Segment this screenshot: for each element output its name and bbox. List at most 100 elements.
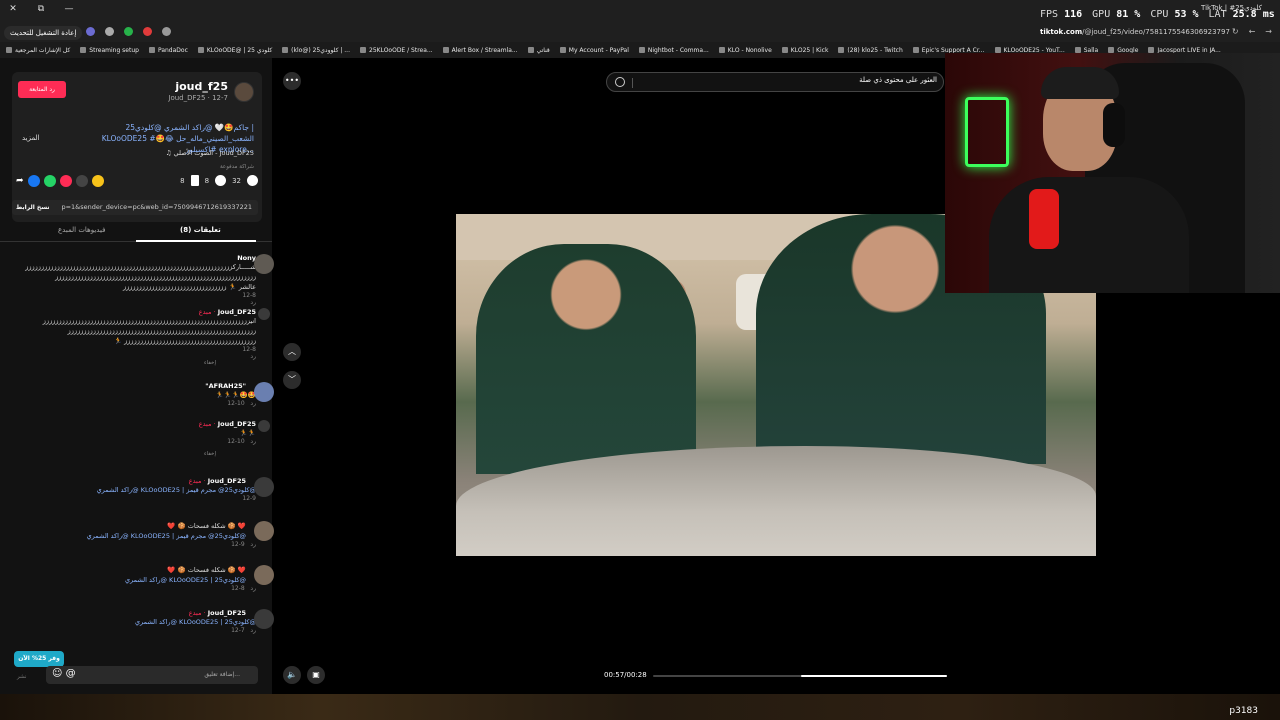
- bookmark-favicon-icon: [148, 47, 155, 53]
- bookmark-favicon-icon: [838, 47, 845, 53]
- forward-icon[interactable]: →: [1265, 27, 1272, 36]
- comment-input-box[interactable]: ☺ @ إضافة تعليق...: [46, 666, 258, 684]
- bookmark-item[interactable]: Nightbot - Comma...: [638, 47, 709, 54]
- share-arrow-icon[interactable]: ➦: [16, 176, 24, 186]
- volume-button[interactable]: 🔈: [283, 666, 301, 684]
- comment-input[interactable]: إضافة تعليق...: [204, 671, 240, 678]
- whatsapp-icon[interactable]: [43, 175, 56, 187]
- extension-icon[interactable]: [143, 27, 152, 36]
- bookmark-favicon-icon: [718, 47, 725, 53]
- picture-in-picture-button[interactable]: ▣: [307, 666, 325, 684]
- bookmark-favicon-icon: [197, 47, 204, 53]
- address-bar[interactable]: tiktok.com/@joud_f25/video/7581175546306…: [1040, 28, 1230, 36]
- browser-tab-title[interactable]: TikTok | #كلودي25: [1201, 4, 1262, 12]
- previous-video-button[interactable]: ︿: [283, 343, 301, 361]
- facebook-icon[interactable]: [27, 175, 40, 187]
- bookmark-item[interactable]: Streaming setup: [80, 47, 139, 54]
- bookmark-item[interactable]: PandaDoc: [148, 47, 188, 54]
- comment-item: مبدع · Joud_DF25 راكد الشمري@ KLOoODE25 …: [6, 609, 274, 634]
- hide-replies-button[interactable]: إخفاء: [6, 451, 216, 457]
- comment-text: ❤️ 🍪 شكله فسحات 🍪 ❤️: [167, 522, 246, 530]
- comment-text: ❤️ 🍪 شكله فسحات 🍪 ❤️: [167, 566, 246, 574]
- next-video-button[interactable]: ﹀: [283, 371, 301, 389]
- creator-badge: مبدع ·: [198, 308, 218, 316]
- more-options-button[interactable]: •••: [283, 72, 301, 90]
- commenter-name[interactable]: مبدع · Joud_DF25: [6, 477, 246, 485]
- search-icon[interactable]: [615, 77, 625, 87]
- commenter-avatar[interactable]: [254, 254, 274, 274]
- bookmark-item[interactable]: كل الإشارات المرجعية: [6, 47, 70, 54]
- bookmark-label: Streaming setup: [89, 46, 139, 54]
- extension-icon[interactable]: [86, 27, 95, 36]
- commenter-avatar[interactable]: [254, 521, 274, 541]
- commenter-name[interactable]: مبدع · Joud_DF25: [6, 308, 256, 316]
- monster-logo-icon: [965, 97, 1009, 167]
- commenter-name[interactable]: Nony: [6, 254, 256, 262]
- commenter-name[interactable]: مبدع · Joud_DF25: [6, 609, 246, 617]
- commenter-avatar[interactable]: [254, 382, 274, 402]
- restore-icon[interactable]: ⧉: [34, 4, 48, 14]
- commenter-name[interactable]: مبدع · Joud_DF25: [6, 420, 256, 428]
- tab-comments[interactable]: تعليقات (8): [180, 226, 221, 234]
- mention-icon[interactable]: @: [66, 668, 76, 679]
- bookmark-item[interactable]: KLOoODE@ | كلودي 25: [197, 47, 272, 54]
- comment-date: 12-8: [242, 292, 256, 299]
- bookmark-item[interactable]: My Account - PayPal: [559, 47, 629, 54]
- bookmark-star-icon[interactable]: [162, 27, 171, 36]
- bookmark-item[interactable]: 25KLOoODE / Strea...: [360, 47, 433, 54]
- search-input[interactable]: العثور على محتوى ذي صلة: [859, 76, 937, 84]
- reload-icon[interactable]: ↻: [1232, 27, 1239, 36]
- minimize-icon[interactable]: —: [62, 4, 76, 14]
- commenter-avatar[interactable]: [254, 609, 274, 629]
- post-link-row: نسخ الرابط p=1&sender_device=pc&web_id=7…: [12, 200, 258, 215]
- bookmark-item[interactable]: Alert Box / Streamla...: [442, 47, 518, 54]
- heart-icon[interactable]: [247, 175, 258, 186]
- copy-link-button[interactable]: نسخ الرابط: [16, 200, 50, 215]
- commenter-avatar[interactable]: [254, 565, 274, 585]
- friends-icon[interactable]: [91, 175, 104, 187]
- extension-icon[interactable]: [105, 27, 114, 36]
- close-icon[interactable]: ✕: [6, 4, 20, 14]
- post-comment-button[interactable]: نشر: [17, 674, 26, 680]
- reload-to-update-button[interactable]: إعادة التشغيل للتحديث: [4, 26, 83, 40]
- search-bar[interactable]: العثور على محتوى ذي صلة: [606, 72, 944, 92]
- reply-button[interactable]: رد: [6, 353, 256, 360]
- follow-back-button[interactable]: رد المتابعة: [18, 81, 66, 98]
- tiktok-share-icon[interactable]: [59, 175, 72, 187]
- bookmark-item[interactable]: (klo@) كلوودي25 | ...: [282, 47, 350, 54]
- likes-count: 32: [232, 176, 241, 185]
- bookmark-item[interactable]: قناتي: [527, 47, 550, 54]
- progress-bar[interactable]: [653, 675, 947, 677]
- bookmark-favicon-icon: [559, 47, 566, 53]
- hide-replies-button[interactable]: إخفاء: [6, 360, 216, 366]
- emoji-icon[interactable]: ☺: [52, 668, 62, 679]
- bookmark-item[interactable]: KLO25 | Kick: [781, 47, 828, 54]
- comment-icon[interactable]: [215, 175, 227, 186]
- extension-icon[interactable]: [124, 27, 133, 36]
- more-button[interactable]: المزيد: [22, 134, 40, 142]
- reply-button[interactable]: رد: [6, 299, 256, 306]
- url-domain: tiktok.com: [1040, 28, 1083, 36]
- commenter-avatar[interactable]: [258, 420, 270, 432]
- bookmark-label: (28) klo25 - Twitch: [847, 46, 903, 54]
- comment-text: زززززززززززززززززززززززززززززززززززززززز…: [55, 273, 256, 281]
- promo-badge[interactable]: وفر 25% الآن: [14, 651, 64, 667]
- author-username[interactable]: joud_f25: [175, 80, 228, 93]
- bookmark-icon[interactable]: [190, 175, 199, 186]
- comment-item: ❤️ 🍪 شكله فسحات 🍪 ❤️ راكد الشمري@ KLOoOD…: [6, 521, 274, 548]
- embed-icon[interactable]: [75, 175, 88, 187]
- back-icon[interactable]: ←: [1249, 27, 1256, 36]
- commenter-avatar[interactable]: [254, 477, 274, 497]
- bookmark-item[interactable]: KLO - Nonolive: [718, 47, 772, 54]
- commenter-name[interactable]: "AFRAH25": [6, 382, 246, 390]
- post-sound[interactable]: ♫ الصوت الأصلي - Joud_DF25: [166, 149, 254, 157]
- commenter-avatar[interactable]: [258, 308, 270, 320]
- comment-item: مبدع · Joud_DF25 راكد الشمري@ KLOoODE25 …: [6, 477, 274, 502]
- bookmark-item[interactable]: (28) klo25 - Twitch: [838, 46, 903, 54]
- comment-text: شـــــاركززززززززززززززززززززززززززززززز…: [25, 263, 256, 271]
- author-avatar[interactable]: [234, 82, 254, 102]
- post-link-text[interactable]: p=1&sender_device=pc&web_id=750994671261…: [61, 200, 252, 215]
- comment-text: 🏃 زززززززززززززززززززززززززززززززززززززز…: [113, 337, 256, 345]
- tab-creator-videos[interactable]: فيديوهات المبدع: [58, 226, 105, 234]
- comment-date: 12-10 رد: [227, 438, 256, 445]
